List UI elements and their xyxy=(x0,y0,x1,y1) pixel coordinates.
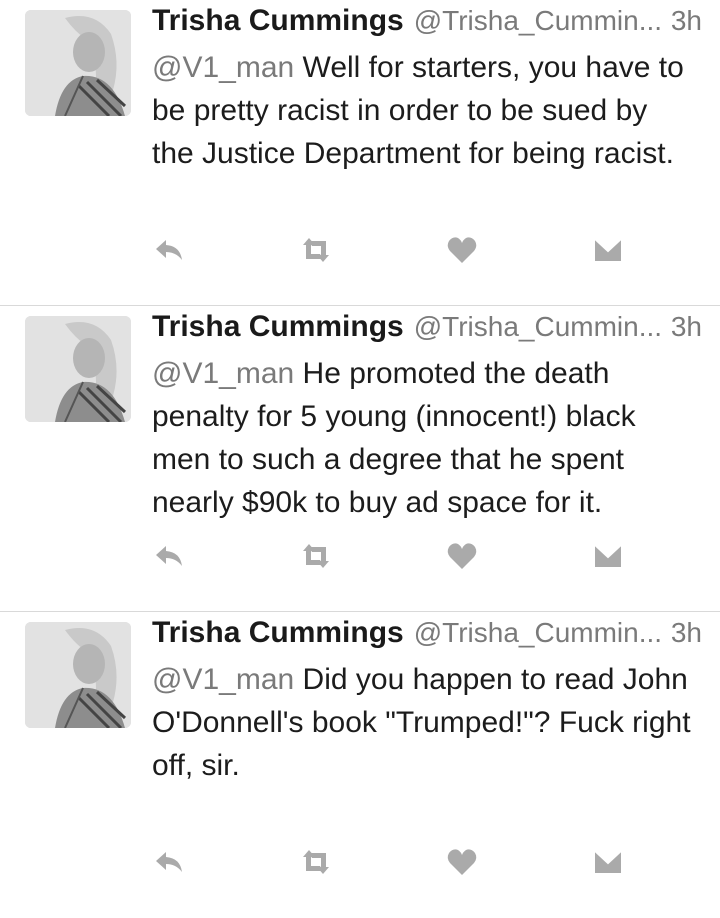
author-handle[interactable]: @Trisha_Cummin... xyxy=(414,5,662,37)
heart-icon[interactable] xyxy=(444,844,480,880)
tweet-text: @V1_man He promoted the death penalty fo… xyxy=(152,352,692,524)
timestamp[interactable]: 3h xyxy=(671,5,702,37)
tweet[interactable]: Trisha Cummings @Trisha_Cummin... 3h @V1… xyxy=(0,0,720,306)
tweet-feed: Trisha Cummings @Trisha_Cummin... 3h @V1… xyxy=(0,0,720,918)
tweet-text: @V1_man Did you happen to read John O'Do… xyxy=(152,658,692,787)
retweet-icon[interactable] xyxy=(298,844,334,880)
timestamp[interactable]: 3h xyxy=(671,617,702,649)
tweet-actions xyxy=(152,232,632,272)
tweet-text: @V1_man Well for starters, you have to b… xyxy=(152,46,692,175)
tweet-header: Trisha Cummings @Trisha_Cummin... 3h xyxy=(152,616,702,656)
author-name[interactable]: Trisha Cummings xyxy=(152,310,404,344)
retweet-icon[interactable] xyxy=(298,538,334,574)
tweet-actions xyxy=(152,844,632,884)
heart-icon[interactable] xyxy=(444,538,480,574)
tweet-actions xyxy=(152,538,632,578)
author-handle[interactable]: @Trisha_Cummin... xyxy=(414,617,662,649)
avatar[interactable] xyxy=(25,316,131,422)
mention-link[interactable]: @V1_man xyxy=(152,663,294,696)
author-name[interactable]: Trisha Cummings xyxy=(152,4,404,38)
tweet-content: Trisha Cummings @Trisha_Cummin... 3h @V1… xyxy=(152,4,702,175)
envelope-icon[interactable] xyxy=(590,844,626,880)
mention-link[interactable]: @V1_man xyxy=(152,51,294,84)
reply-icon[interactable] xyxy=(152,844,188,880)
tweet-header: Trisha Cummings @Trisha_Cummin... 3h xyxy=(152,4,702,44)
tweet-content: Trisha Cummings @Trisha_Cummin... 3h @V1… xyxy=(152,310,702,524)
mention-link[interactable]: @V1_man xyxy=(152,357,294,390)
avatar[interactable] xyxy=(25,10,131,116)
reply-icon[interactable] xyxy=(152,232,188,268)
timestamp[interactable]: 3h xyxy=(671,311,702,343)
tweet[interactable]: Trisha Cummings @Trisha_Cummin... 3h @V1… xyxy=(0,306,720,612)
tweet-content: Trisha Cummings @Trisha_Cummin... 3h @V1… xyxy=(152,616,702,787)
envelope-icon[interactable] xyxy=(590,538,626,574)
author-name[interactable]: Trisha Cummings xyxy=(152,616,404,650)
author-handle[interactable]: @Trisha_Cummin... xyxy=(414,311,662,343)
tweet-header: Trisha Cummings @Trisha_Cummin... 3h xyxy=(152,310,702,350)
tweet[interactable]: Trisha Cummings @Trisha_Cummin... 3h @V1… xyxy=(0,612,720,918)
retweet-icon[interactable] xyxy=(298,232,334,268)
heart-icon[interactable] xyxy=(444,232,480,268)
envelope-icon[interactable] xyxy=(590,232,626,268)
reply-icon[interactable] xyxy=(152,538,188,574)
avatar[interactable] xyxy=(25,622,131,728)
